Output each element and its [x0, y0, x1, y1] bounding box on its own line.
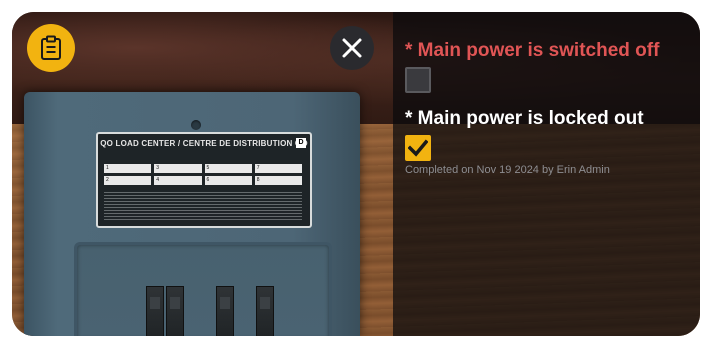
clipboard-icon	[41, 35, 61, 60]
circuit-slot: 8	[254, 176, 302, 185]
breaker	[146, 286, 164, 336]
circuit-slot: 5	[204, 164, 252, 173]
breaker	[166, 286, 184, 336]
checkmark-icon	[408, 139, 428, 157]
circuit-slot: 3	[154, 164, 202, 173]
breaker	[216, 286, 234, 336]
panel-screw	[191, 120, 201, 130]
circuit-slot: 2	[104, 176, 152, 185]
circuit-slot: 1	[104, 164, 152, 173]
checklist-item-checkbox[interactable]	[405, 67, 431, 93]
close-button[interactable]	[330, 26, 374, 70]
circuit-slot: 6	[204, 176, 252, 185]
checklist-item-title: * Main power is locked out	[405, 108, 644, 129]
circuit-slot: 7	[254, 164, 302, 173]
breaker-panel: QO LOAD CENTER / CENTRE DE DISTRIBUTION …	[24, 92, 360, 336]
brand-logo: D	[296, 138, 306, 148]
breaker	[256, 286, 274, 336]
circuit-slot: 4	[154, 176, 202, 185]
checklist-item-title: * Main power is switched off	[405, 40, 660, 61]
panel-label-title: QO LOAD CENTER / CENTRE DE DISTRIBUTION …	[100, 139, 308, 148]
circuit-slot-grid: 1 3 5 7 2 4 6 8	[104, 164, 302, 185]
panel-door	[74, 242, 332, 336]
panel-fine-print	[104, 192, 302, 220]
checklist-item-checkbox[interactable]	[405, 135, 431, 161]
checklist-button[interactable]	[27, 24, 75, 72]
completion-info: Completed on Nov 19 2024 by Erin Admin	[405, 164, 610, 176]
panel-label-plate: QO LOAD CENTER / CENTRE DE DISTRIBUTION …	[96, 132, 312, 228]
close-icon	[342, 38, 362, 58]
